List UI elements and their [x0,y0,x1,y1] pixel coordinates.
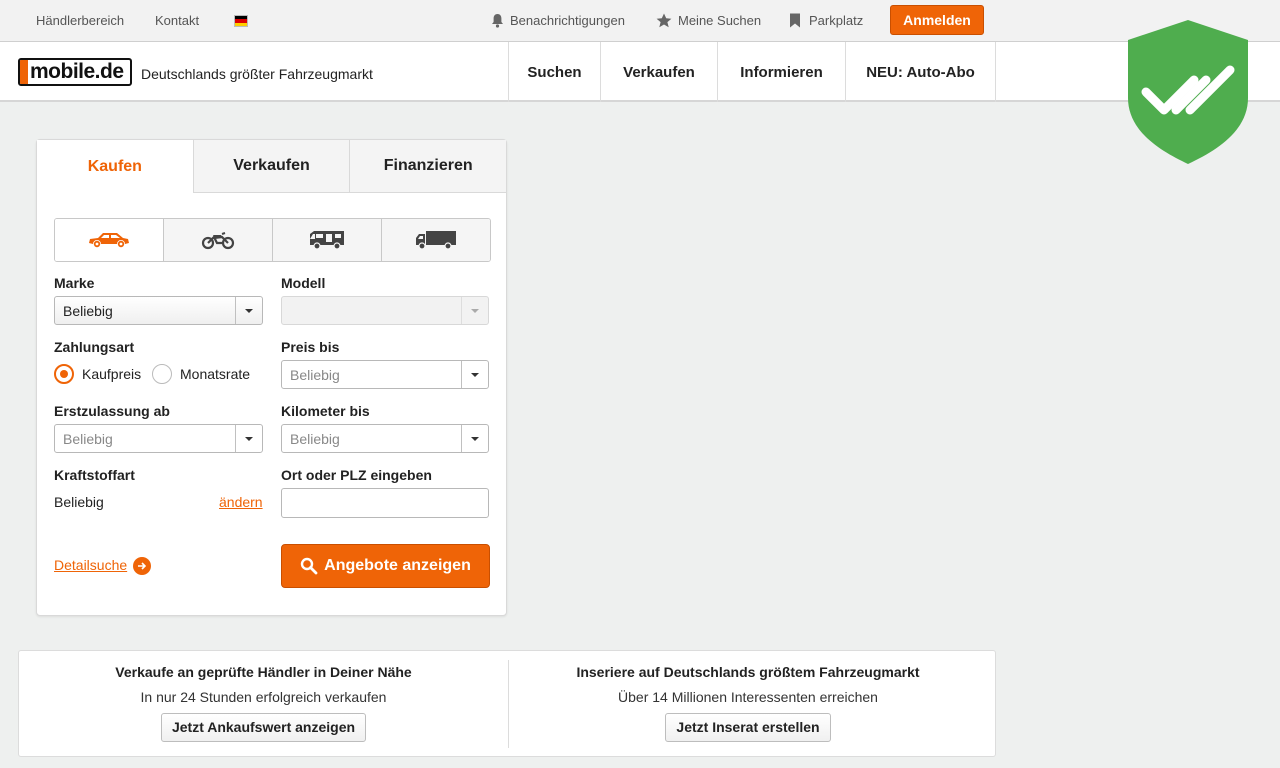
vehicle-car[interactable] [55,219,163,261]
make-value: Beliebig [63,302,113,319]
utility-bar: Händlerbereich Kontakt Benachrichtigunge… [0,0,1280,42]
logo-accent-bar [20,60,28,84]
promo-dealer-subtitle: In nur 24 Stunden erfolgreich verkaufen [140,689,387,705]
promo-panel: Verkaufe an geprüfte Händler in Deiner N… [18,650,996,757]
mobile-de-logo[interactable]: mobile.de [18,58,132,86]
star-icon [656,13,672,28]
contact-link[interactable]: Kontakt [155,13,199,28]
tagline: Deutschlands größter Fahrzeugmarkt [141,66,373,82]
dealer-area-link[interactable]: Händlerbereich [36,13,124,28]
bookmark-icon [790,13,800,28]
promo-listing-title: Inseriere auf Deutschlands größtem Fahrz… [576,664,920,680]
price-label: Preis bis [281,339,340,355]
verified-shield-icon [1128,20,1248,164]
chevron-down-icon [235,297,262,324]
promo-dealer: Verkaufe an geprüfte Händler in Deiner N… [19,651,508,758]
promo-dealer-title: Verkaufe an geprüfte Händler in Deiner N… [115,664,412,680]
payment-radio-purchase[interactable]: Kaufpreis [54,364,141,384]
tab-buy[interactable]: Kaufen [37,140,193,193]
search-tabs: Kaufen Verkaufen Finanzieren [37,140,507,193]
parking-link[interactable]: Parkplatz [789,13,863,28]
payment-label: Zahlungsart [54,339,135,355]
nav-search[interactable]: Suchen [508,42,600,102]
search-card: Kaufen Verkaufen Finanzieren Marke Belie… [36,139,507,616]
my-searches-link[interactable]: Meine Suchen [656,13,761,28]
vehicle-camper[interactable] [272,219,381,261]
fuel-label: Kraftstoffart [54,467,135,483]
chevron-down-icon [235,425,262,452]
login-button[interactable]: Anmelden [890,5,984,35]
show-offers-label: Angebote anzeigen [324,557,471,574]
nav-auto-abo[interactable]: NEU: Auto-Abo [845,42,996,102]
promo-listing: Inseriere auf Deutschlands größtem Fahrz… [509,651,987,758]
search-icon [300,557,318,575]
first-registration-placeholder: Beliebig [63,430,113,447]
car-icon [89,233,129,248]
create-listing-button[interactable]: Jetzt Inserat erstellen [665,713,831,742]
logo-text: mobile.de [30,60,124,83]
nav-sell[interactable]: Verkaufen [600,42,717,102]
chevron-down-icon [461,297,488,324]
main-nav: Suchen Verkaufen Informieren NEU: Auto-A… [508,42,996,102]
first-registration-label: Erstzulassung ab [54,403,170,419]
price-select[interactable]: Beliebig [281,360,489,389]
show-offers-button[interactable]: Angebote anzeigen [281,544,490,588]
location-label: Ort oder PLZ eingeben [281,467,432,483]
first-registration-select[interactable]: Beliebig [54,424,263,453]
notifications-label: Benachrichtigungen [510,13,625,28]
price-placeholder: Beliebig [290,366,340,383]
main-header: mobile.de Deutschlands größter Fahrzeugm… [0,42,1280,102]
chevron-down-icon [461,425,488,452]
tab-finance[interactable]: Finanzieren [349,140,507,193]
radio-selected-icon [54,364,74,384]
parking-label: Parkplatz [809,13,864,28]
location-input[interactable] [281,488,489,518]
vehicle-type-selector [54,218,491,262]
payment-radio-monthly[interactable]: Monatsrate [152,364,250,384]
truck-icon [416,231,456,250]
model-label: Modell [281,275,326,291]
mileage-select[interactable]: Beliebig [281,424,489,453]
payment-option-purchase: Kaufpreis [82,366,142,382]
my-searches-label: Meine Suchen [678,13,762,28]
payment-option-monthly: Monatsrate [180,366,251,382]
camper-icon [310,231,344,250]
radio-unselected-icon [152,364,172,384]
model-select[interactable] [281,296,489,325]
detail-search-link[interactable]: Detailsuche [54,557,127,573]
de-flag-icon[interactable] [234,15,248,27]
make-label: Marke [54,275,95,291]
make-select[interactable]: Beliebig [54,296,263,325]
nav-inform[interactable]: Informieren [717,42,845,102]
bell-icon [492,14,503,28]
fuel-change-link[interactable]: ändern [219,494,263,510]
purchase-value-button[interactable]: Jetzt Ankaufswert anzeigen [160,713,367,742]
chevron-down-icon [461,361,488,388]
mileage-label: Kilometer bis [281,403,370,419]
mileage-placeholder: Beliebig [290,430,340,447]
fuel-value: Beliebig [54,494,104,510]
notifications-link[interactable]: Benachrichtigungen [491,13,625,28]
motorbike-icon [201,232,235,250]
vehicle-motorbike[interactable] [163,219,272,261]
tab-sell[interactable]: Verkaufen [192,140,350,193]
arrow-right-icon[interactable] [133,557,151,575]
promo-listing-subtitle: Über 14 Millionen Interessenten erreiche… [618,689,878,705]
vehicle-truck[interactable] [381,219,490,261]
